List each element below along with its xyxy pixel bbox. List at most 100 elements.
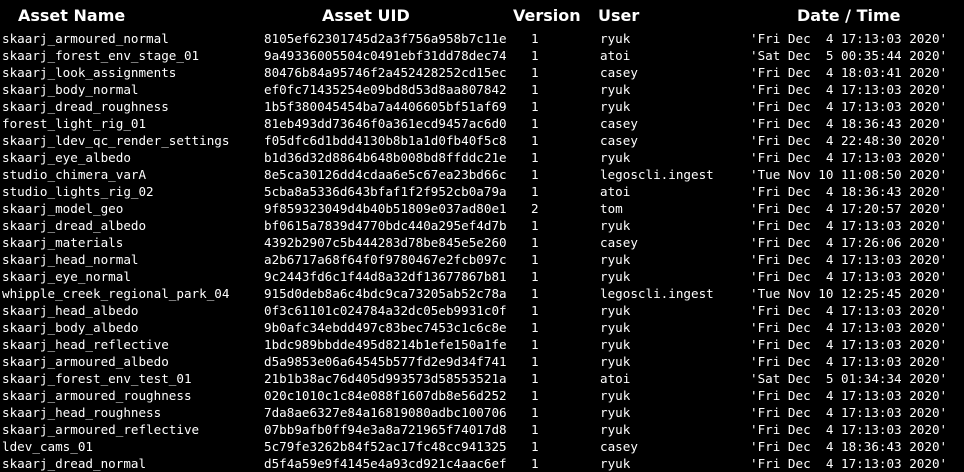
- asset-name-cell: skaarj_materials: [2, 235, 124, 250]
- table-row[interactable]: skaarj_body_albedo 9b0afc34ebdd497c83bec7…: [0, 319, 964, 336]
- table-row[interactable]: skaarj_eye_normal 9c2443fd6c1f44d8a32df13…: [0, 268, 964, 285]
- asset-name-cell: skaarj_dread_roughness: [2, 99, 169, 114]
- table-row[interactable]: skaarj_armoured_reflective 07bb9afb0ff94e…: [0, 421, 964, 438]
- table-row[interactable]: skaarj_armoured_albedo d5a9853e06a64545b5…: [0, 353, 964, 370]
- version-cell: 1: [531, 388, 539, 403]
- asset-uid-cell: 21b1b38ac76d405d993573d58553521a: [264, 371, 507, 386]
- asset-name-cell: skaarj_dread_normal: [2, 456, 147, 471]
- table-row[interactable]: skaarj_look_assignments 80476b84a95746f2a…: [0, 64, 964, 81]
- asset-uid-cell: a2b6717a68f64f0f9780467e2fcb097c: [264, 252, 507, 267]
- version-cell: 2: [531, 201, 539, 216]
- user-cell: ryuk: [600, 150, 631, 165]
- table-row[interactable]: skaarj_dread_roughness 1b5f380045454ba7a4…: [0, 98, 964, 115]
- version-cell: 1: [531, 31, 539, 46]
- table-row[interactable]: ldev_cams_01 5c79fe3262b84f52ac17fc48cc94…: [0, 438, 964, 455]
- user-cell: casey: [600, 133, 638, 148]
- date-time-cell: 'Fri Dec 4 17:13:03 2020': [750, 456, 948, 471]
- table-row[interactable]: skaarj_head_normal a2b6717a68f64f0f978046…: [0, 251, 964, 268]
- date-time-cell: 'Sat Dec 5 01:34:34 2020': [750, 371, 948, 386]
- date-time-cell: 'Fri Dec 4 22:48:30 2020': [750, 133, 948, 148]
- asset-name-cell: skaarj_armoured_roughness: [2, 388, 192, 403]
- date-time-cell: 'Tue Nov 10 11:08:50 2020': [750, 167, 948, 182]
- version-cell: 1: [531, 150, 539, 165]
- asset-name-cell: skaarj_forest_env_stage_01: [2, 48, 200, 63]
- table-row[interactable]: skaarj_eye_albedo b1d36d32d8864b648b008bd…: [0, 149, 964, 166]
- version-cell: 1: [531, 439, 539, 454]
- asset-uid-cell: 020c1010c1c84e088f1607db8e56d252: [264, 388, 507, 403]
- version-cell: 1: [531, 371, 539, 386]
- asset-name-cell: skaarj_look_assignments: [2, 65, 177, 80]
- asset-name-cell: ldev_cams_01: [2, 439, 93, 454]
- table-row[interactable]: whipple_creek_regional_park_04 915d0deb8a…: [0, 285, 964, 302]
- column-header-version[interactable]: Version: [513, 6, 581, 25]
- version-cell: 1: [531, 65, 539, 80]
- table-row[interactable]: skaarj_head_albedo 0f3c61101c024784a32dc0…: [0, 302, 964, 319]
- date-time-cell: 'Fri Dec 4 18:36:43 2020': [750, 439, 948, 454]
- asset-name-cell: skaarj_eye_normal: [2, 269, 131, 284]
- version-cell: 1: [531, 405, 539, 420]
- user-cell: casey: [600, 235, 638, 250]
- column-header-date-time[interactable]: Date / Time: [797, 6, 900, 25]
- user-cell: legoscli.ingest: [600, 286, 714, 301]
- asset-uid-cell: 8105ef62301745d2a3f756a958b7c11e: [264, 31, 507, 46]
- user-cell: ryuk: [600, 82, 631, 97]
- user-cell: ryuk: [600, 422, 631, 437]
- asset-uid-cell: f05dfc6d1bdd4130b8b1a1d0fb40f5c8: [264, 133, 507, 148]
- table-row[interactable]: studio_chimera_varA 8e5ca30126dd4cdaa6e5c…: [0, 166, 964, 183]
- asset-name-cell: skaarj_head_roughness: [2, 405, 162, 420]
- user-cell: ryuk: [600, 405, 631, 420]
- user-cell: ryuk: [600, 456, 631, 471]
- date-time-cell: 'Fri Dec 4 17:20:57 2020': [750, 201, 948, 216]
- date-time-cell: 'Fri Dec 4 18:36:43 2020': [750, 184, 948, 199]
- user-cell: ryuk: [600, 99, 631, 114]
- column-header-asset-name[interactable]: Asset Name: [18, 6, 125, 25]
- asset-uid-cell: d5f4a59e9f4145e4a93cd921c4aac6ef: [264, 456, 507, 471]
- user-cell: atoi: [600, 48, 631, 63]
- asset-uid-cell: 9a49336005504c0491ebf31dd78dec74: [264, 48, 507, 63]
- column-header-asset-uid[interactable]: Asset UID: [322, 6, 410, 25]
- date-time-cell: 'Fri Dec 4 17:13:03 2020': [750, 320, 948, 335]
- user-cell: atoi: [600, 371, 631, 386]
- user-cell: ryuk: [600, 303, 631, 318]
- table-row[interactable]: skaarj_model_geo 9f859323049d4b40b51809e0…: [0, 200, 964, 217]
- table-row[interactable]: studio_lights_rig_02 5cba8a5336d643bfaf1f…: [0, 183, 964, 200]
- version-cell: 1: [531, 116, 539, 131]
- table-row[interactable]: skaarj_head_reflective 1bdc989bbdde495d82…: [0, 336, 964, 353]
- asset-uid-cell: 4392b2907c5b444283d78be845e5e260: [264, 235, 507, 250]
- asset-name-cell: skaarj_dread_albedo: [2, 218, 147, 233]
- date-time-cell: 'Fri Dec 4 17:13:03 2020': [750, 150, 948, 165]
- table-row[interactable]: skaarj_head_roughness 7da8ae6327e84a16819…: [0, 404, 964, 421]
- asset-name-cell: skaarj_ldev_qc_render_settings: [2, 133, 230, 148]
- asset-uid-cell: 5cba8a5336d643bfaf1f2f952cb0a79a: [264, 184, 507, 199]
- table-row[interactable]: skaarj_body_normal ef0fc71435254e09bd8d53…: [0, 81, 964, 98]
- asset-uid-cell: b1d36d32d8864b648b008bd8ffddc21e: [264, 150, 507, 165]
- table-row[interactable]: skaarj_armoured_roughness 020c1010c1c84e0…: [0, 387, 964, 404]
- version-cell: 1: [531, 337, 539, 352]
- user-cell: tom: [600, 201, 623, 216]
- table-row[interactable]: skaarj_materials 4392b2907c5b444283d78be8…: [0, 234, 964, 251]
- user-cell: casey: [600, 116, 638, 131]
- asset-name-cell: skaarj_head_normal: [2, 252, 139, 267]
- table-row[interactable]: skaarj_forest_env_test_01 21b1b38ac76d405…: [0, 370, 964, 387]
- asset-name-cell: skaarj_body_albedo: [2, 320, 139, 335]
- table-row[interactable]: skaarj_forest_env_stage_01 9a49336005504c…: [0, 47, 964, 64]
- user-cell: ryuk: [600, 218, 631, 233]
- table-row[interactable]: skaarj_dread_albedo bf0615a7839d4770bdc44…: [0, 217, 964, 234]
- table-row[interactable]: skaarj_armoured_normal 8105ef62301745d2a3…: [0, 30, 964, 47]
- column-header-user[interactable]: User: [598, 6, 639, 25]
- date-time-cell: 'Fri Dec 4 17:13:03 2020': [750, 82, 948, 97]
- table-row[interactable]: skaarj_dread_normal d5f4a59e9f4145e4a93cd…: [0, 455, 964, 472]
- version-cell: 1: [531, 286, 539, 301]
- table-row[interactable]: skaarj_ldev_qc_render_settings f05dfc6d1b…: [0, 132, 964, 149]
- version-cell: 1: [531, 48, 539, 63]
- user-cell: atoi: [600, 184, 631, 199]
- asset-uid-cell: 5c79fe3262b84f52ac17fc48cc941325: [264, 439, 507, 454]
- date-time-cell: 'Fri Dec 4 17:13:03 2020': [750, 354, 948, 369]
- version-cell: 1: [531, 252, 539, 267]
- version-cell: 1: [531, 422, 539, 437]
- date-time-cell: 'Tue Nov 10 12:25:45 2020': [750, 286, 948, 301]
- date-time-cell: 'Fri Dec 4 17:13:03 2020': [750, 99, 948, 114]
- version-cell: 1: [531, 303, 539, 318]
- table-row[interactable]: forest_light_rig_01 81eb493dd73646f0a361e…: [0, 115, 964, 132]
- user-cell: ryuk: [600, 31, 631, 46]
